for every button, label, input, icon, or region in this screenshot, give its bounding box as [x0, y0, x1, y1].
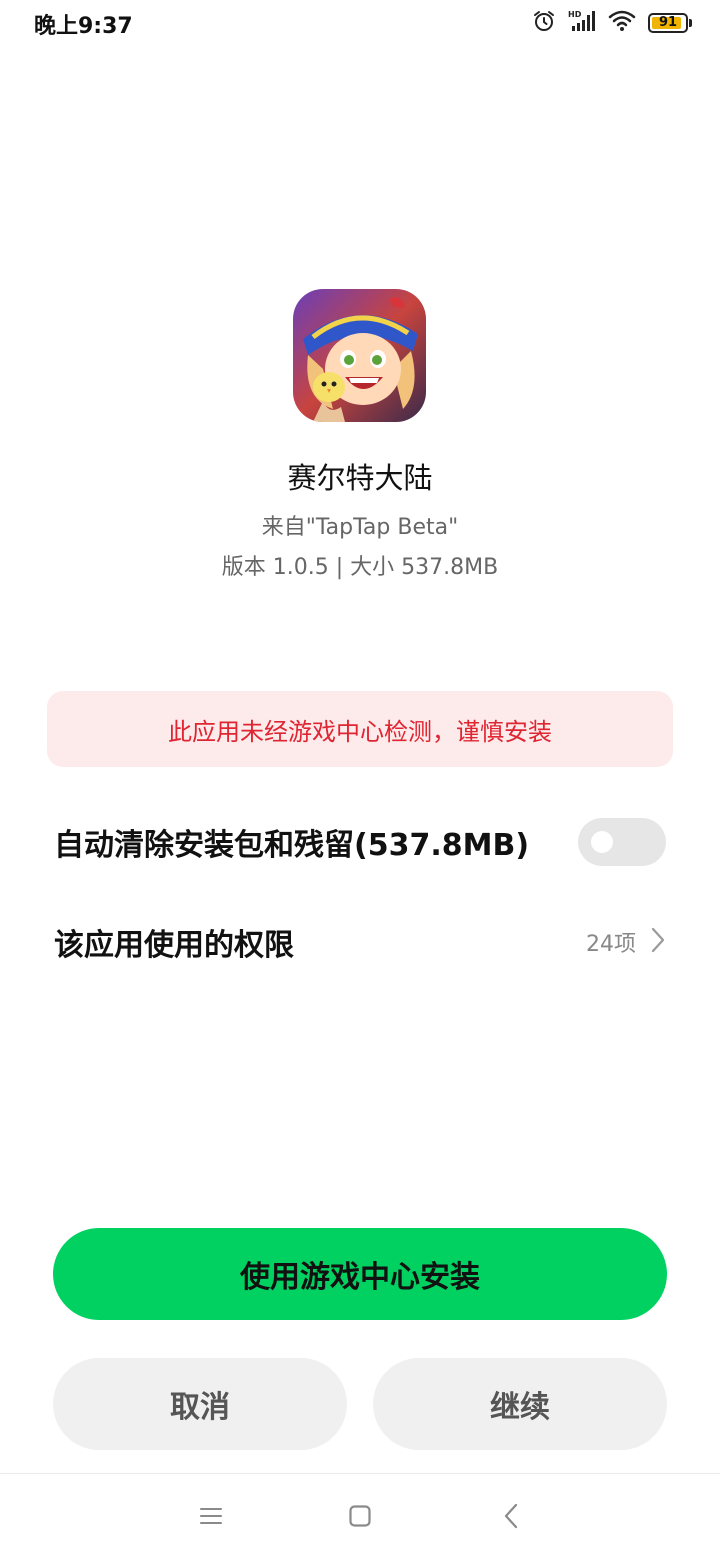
install-with-game-center-button[interactable]: 使用游戏中心安装 — [53, 1228, 667, 1320]
app-icon — [293, 289, 426, 422]
auto-clean-label: 自动清除安装包和残留(537.8MB) — [54, 828, 530, 863]
status-bar: 晚上9:37 HD 91 — [0, 0, 720, 48]
battery-tip — [689, 19, 692, 27]
menu-icon[interactable] — [191, 1496, 231, 1536]
svg-text:HD: HD — [568, 10, 582, 19]
home-icon[interactable] — [340, 1496, 380, 1536]
app-name: 赛尔特大陆 — [287, 461, 433, 495]
app-version-size: 版本 1.0.5 | 大小 537.8MB — [221, 555, 499, 580]
back-icon[interactable] — [491, 1496, 531, 1536]
app-source: 来自"TapTap Beta" — [261, 515, 459, 540]
permissions-detail: 24项 — [586, 926, 666, 958]
continue-button[interactable]: 继续 — [373, 1358, 667, 1450]
chevron-right-icon — [650, 926, 666, 958]
game-character-icon — [293, 289, 426, 422]
status-time: 晚上9:37 — [34, 14, 133, 39]
toggle-knob — [591, 831, 613, 853]
alarm-icon — [532, 9, 556, 37]
auto-clean-row[interactable]: 自动清除安装包和残留(537.8MB) — [54, 812, 666, 872]
battery-level: 91 — [658, 15, 678, 30]
auto-clean-toggle[interactable] — [578, 818, 666, 866]
battery-indicator: 91 — [648, 13, 688, 33]
permissions-row[interactable]: 该应用使用的权限 24项 — [54, 912, 666, 972]
hd-signal-icon: HD — [568, 9, 596, 37]
warning-text: 此应用未经游戏中心检测，谨慎安装 — [168, 717, 552, 746]
cancel-button[interactable]: 取消 — [53, 1358, 347, 1450]
warning-banner: 此应用未经游戏中心检测，谨慎安装 — [47, 691, 673, 767]
wifi-icon — [608, 9, 636, 37]
navigation-bar — [0, 1473, 720, 1560]
permissions-label: 该应用使用的权限 — [54, 928, 294, 963]
install-screen: 晚上9:37 HD 91 赛尔特大陆 来自"TapTap Beta" 版本 1.… — [0, 0, 720, 1560]
battery-icon: 91 — [648, 13, 692, 33]
permissions-count: 24项 — [586, 932, 636, 957]
status-icons: HD 91 — [532, 8, 692, 38]
